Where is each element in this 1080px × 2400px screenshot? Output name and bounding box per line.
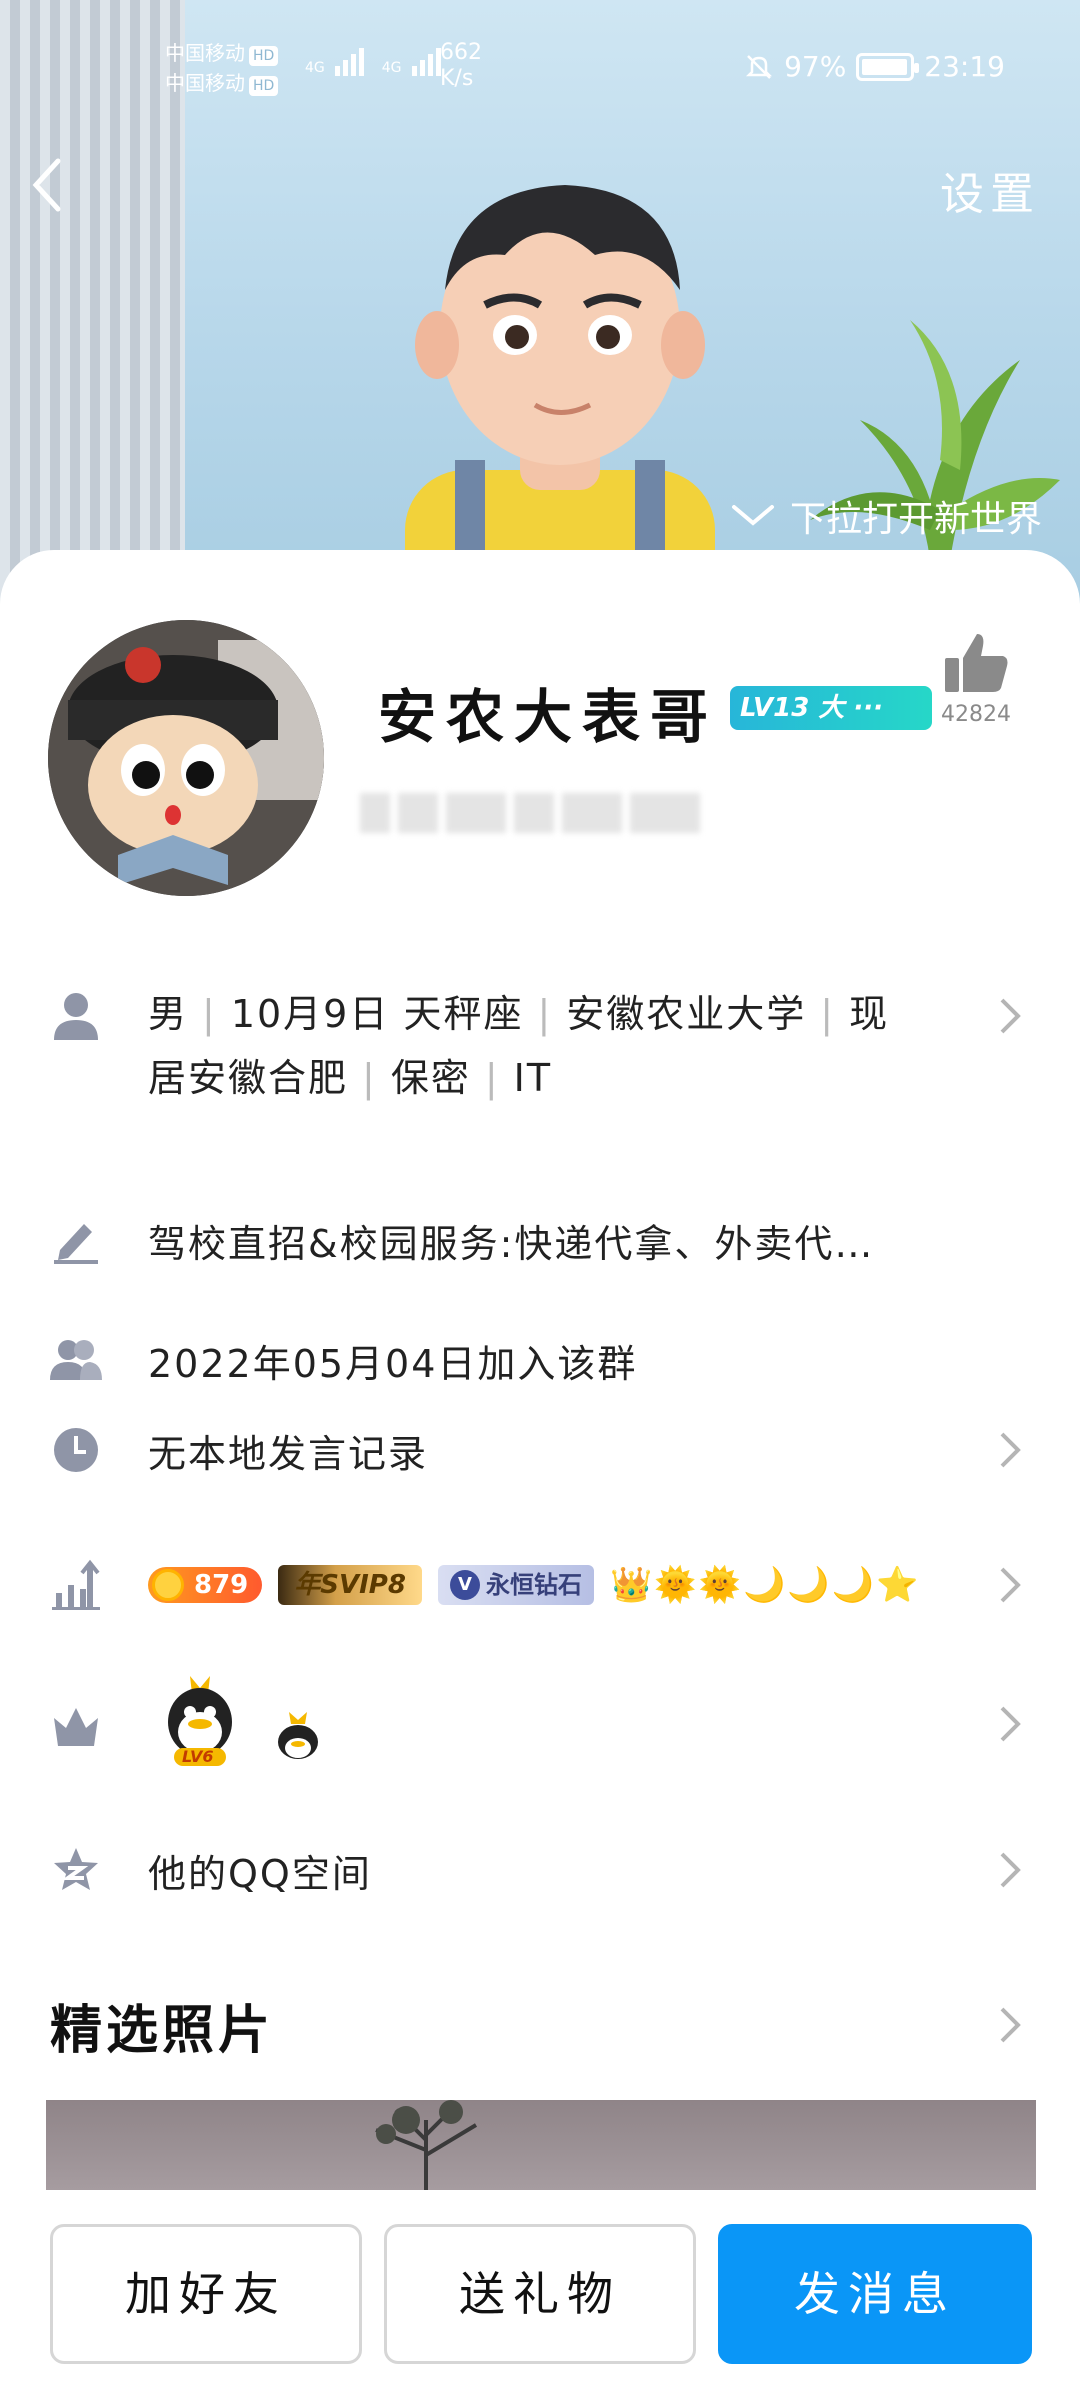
coin-value: 879 [194, 1570, 249, 1600]
mute-bell-icon [746, 54, 773, 79]
bottom-action-bar: 加好友 送礼物 发消息 [0, 2190, 1080, 2400]
speech-record-text: 无本地发言记录 [148, 1431, 429, 1476]
network-speed-unit: K/s [440, 66, 474, 91]
network-type-1: 4G [305, 60, 325, 76]
chevron-right-icon [1000, 1567, 1021, 1603]
signal-indicators: 4G 4G [305, 48, 441, 76]
settings-button[interactable]: 设置 [940, 158, 1040, 222]
selected-photos-header[interactable]: 精选照片 [0, 1990, 1080, 2061]
pull-down-hint[interactable]: 下拉打开新世界 [730, 490, 1042, 542]
moon-icon: 🌙 [742, 1565, 786, 1605]
crown-icon: 👑 [609, 1565, 653, 1605]
star-icon: ⭐ [876, 1565, 919, 1605]
chevron-down-icon [731, 505, 774, 526]
vip-badges: 879 年SVIP8 V 永恒钻石 👑 🌞 🌞 🌙 🌙 🌙 ⭐ [148, 1565, 918, 1605]
basic-info-text: 男 | 10月9日 天秤座 | 安徽农业大学 | 现 居安徽合肥 | 保密 | IT [148, 992, 890, 1100]
battery-icon [856, 52, 920, 81]
sun-icon: 🌞 [698, 1565, 741, 1605]
qzone-star-icon [54, 1848, 98, 1890]
chevron-right-icon [1000, 1852, 1021, 1888]
hd-badge-2: HD [249, 76, 279, 96]
chevron-right-icon [1000, 1432, 1021, 1468]
diamond-badge[interactable]: V 永恒钻石 [437, 1565, 594, 1605]
selected-photos-title: 精选照片 [50, 2000, 275, 2061]
small-penguin-icon [278, 1712, 318, 1759]
carrier-name-1: 中国移动 [165, 41, 245, 65]
send-gift-button[interactable]: 送礼物 [384, 2224, 696, 2364]
group-members-icon [50, 1340, 102, 1380]
chevron-right-icon [1000, 2007, 1021, 2043]
status-right: 97% 23:19 [744, 50, 1005, 83]
signal-bars-icon [411, 48, 441, 76]
chevron-right-icon [1000, 998, 1021, 1034]
location-prefix: 现 [849, 992, 890, 1036]
constellation: 天秤座 [403, 992, 524, 1036]
pull-down-hint-text: 下拉打开新世界 [789, 499, 1042, 540]
qq-coin-badge[interactable]: 879 [148, 1567, 263, 1603]
penguin-level-text: LV6 [182, 1747, 214, 1766]
school: 安徽农业大学 [566, 992, 807, 1036]
hd-badge-1: HD [249, 46, 279, 66]
vip-badges-row[interactable]: 879 年SVIP8 V 永恒钻石 👑 🌞 🌞 🌙 🌙 🌙 ⭐ [0, 1555, 1080, 1615]
like-count: 42824 [941, 702, 1011, 727]
growth-chart-icon [52, 1559, 100, 1610]
moon-icon: 🌙 [787, 1565, 830, 1605]
thumbs-up-icon [945, 634, 1008, 692]
chevron-right-icon [1000, 1706, 1021, 1742]
birthday: 10月9日 [230, 992, 390, 1036]
qq-level-icons: 👑 🌞 🌞 🌙 🌙 🌙 ⭐ [610, 1565, 918, 1605]
network-speed-value: 662 [440, 40, 482, 65]
qq-number-blurred [360, 788, 730, 838]
qzone-text: 他的QQ空间 [148, 1851, 372, 1896]
battery-percent: 97% [784, 50, 847, 83]
profile-cover[interactable]: 中国移动 HD 中国移动 HD 4G 4G 662 K/s 97% 23:19 设置 [0, 0, 1080, 620]
crown-icon [54, 1708, 98, 1746]
signature-text: 驾校直招&校园服务:快递代拿、外卖代… [148, 1221, 875, 1266]
back-button[interactable] [28, 155, 88, 225]
like-button[interactable]: 42824 [936, 630, 1016, 727]
svip-badge[interactable]: 年SVIP8 [278, 1565, 422, 1605]
person-icon [54, 993, 98, 1040]
clock: 23:19 [924, 50, 1005, 83]
moon-icon: 🌙 [831, 1565, 875, 1605]
send-message-button[interactable]: 发消息 [718, 2224, 1032, 2364]
nickname: 安农大表哥 [378, 683, 719, 751]
penguin-level-badge: LV6 [160, 1670, 240, 1774]
carrier-info: 中国移动 HD 中国移动 HD [165, 38, 279, 98]
carrier-name-2: 中国移动 [165, 71, 245, 95]
edit-pencil-icon [54, 1224, 98, 1264]
join-date-text: 2022年05月04日加入该群 [148, 1341, 638, 1386]
network-speed: 662 K/s [440, 40, 482, 92]
profile-card: 安农大表哥 LV13 大 ··· 42824 男 | 10月9日 天秤座 | 安徽农业大… [0, 550, 1080, 2400]
signature-row[interactable]: 驾校直招&校园服务:快递代拿、外卖代… [0, 1210, 1080, 1270]
gender: 男 [148, 992, 189, 1036]
battery-level [862, 58, 908, 75]
selected-photo[interactable] [46, 2100, 1036, 2190]
industry: IT [513, 1056, 553, 1100]
network-type-2: 4G [381, 60, 402, 76]
join-date-row: 2022年05月04日加入该群 [0, 1330, 1080, 1390]
chevron-left-icon [32, 158, 61, 212]
privacy: 保密 [390, 1056, 471, 1100]
speech-record-row[interactable]: 无本地发言记录 [0, 1420, 1080, 1480]
add-friend-button[interactable]: 加好友 [50, 2224, 362, 2364]
level-badge[interactable]: LV13 大 ··· [730, 686, 932, 730]
coin-icon [152, 1569, 184, 1601]
qzone-row[interactable]: 他的QQ空间 [0, 1840, 1080, 1900]
qq-level-row[interactable]: LV6 [0, 1670, 1080, 1780]
location: 居安徽合肥 [148, 1056, 349, 1100]
status-bar: 中国移动 HD 中国移动 HD 4G 4G 662 K/s 97% 23:19 [0, 38, 1080, 108]
diamond-v-icon: V [449, 1570, 480, 1600]
basic-info-row[interactable]: 男 | 10月9日 天秤座 | 安徽农业大学 | 现 居安徽合肥 | 保密 | IT [0, 990, 1080, 1130]
sun-icon: 🌞 [654, 1565, 697, 1605]
signal-bars-icon [334, 48, 364, 76]
avatar-image [48, 620, 324, 896]
avatar[interactable] [48, 620, 324, 896]
diamond-label: 永恒钻石 [485, 1571, 582, 1599]
clock-icon [54, 1428, 98, 1472]
photo-tree-image [375, 2100, 478, 2190]
